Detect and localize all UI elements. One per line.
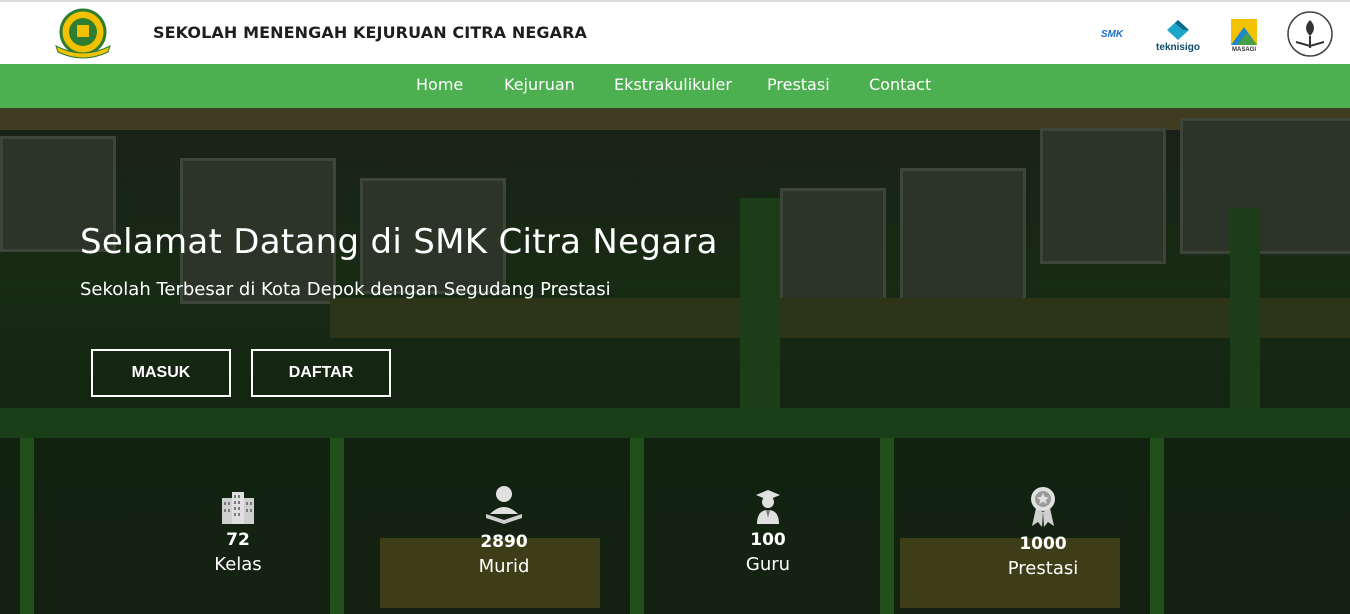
stat-kelas: 72 Kelas — [168, 490, 308, 575]
stat-guru-label: Guru — [745, 554, 791, 575]
stat-murid-label: Murid — [478, 556, 530, 577]
stat-murid-value: 2890 — [480, 532, 528, 552]
stat-prestasi-value: 1000 — [1019, 534, 1067, 554]
stat-kelas-label: Kelas — [214, 554, 262, 575]
nav-ekstrakulikuler[interactable]: Ekstrakulikuler — [614, 75, 732, 94]
stat-guru: 100 Guru — [698, 488, 838, 575]
masagi-mark-icon — [1231, 19, 1257, 45]
teknisigo-mark-icon — [1167, 19, 1189, 40]
stat-prestasi-label: Prestasi — [1007, 558, 1079, 579]
stat-kelas-value: 72 — [226, 530, 250, 550]
hero-subtitle: Sekolah Terbesar di Kota Depok dengan Se… — [80, 279, 611, 300]
adiwiyata-mark-icon — [1287, 11, 1333, 57]
site-header: SEKOLAH MENENGAH KEJURUAN CITRA NEGARA S… — [0, 0, 1350, 64]
masuk-button[interactable]: MASUK — [91, 349, 231, 397]
nav-home[interactable]: Home — [416, 75, 463, 94]
award-ribbon-icon — [1031, 487, 1055, 527]
daftar-button[interactable]: DAFTAR — [251, 349, 391, 397]
smk-logo[interactable]: SMK — [1087, 24, 1137, 44]
main-navbar: Home Kejuruan Ekstrakulikuler Prestasi C… — [0, 64, 1350, 108]
nav-contact[interactable]: Contact — [869, 75, 931, 94]
masagi-logo[interactable]: MASAGI — [1226, 12, 1262, 58]
school-name: SEKOLAH MENENGAH KEJURUAN CITRA NEGARA — [153, 23, 587, 42]
hero-section: Selamat Datang di SMK Citra Negara Sekol… — [0, 108, 1350, 614]
stat-murid: 2890 Murid — [434, 484, 574, 577]
hero-title: Selamat Datang di SMK Citra Negara — [80, 222, 718, 262]
school-logo[interactable] — [52, 8, 114, 60]
adiwiyata-logo[interactable] — [1284, 8, 1336, 60]
student-reading-icon — [486, 486, 522, 524]
stat-guru-value: 100 — [750, 530, 786, 550]
building-icon — [222, 492, 254, 524]
teknisigo-logo[interactable]: teknisigo — [1150, 12, 1206, 58]
graduate-icon — [756, 490, 780, 524]
stat-prestasi: 1000 Prestasi — [973, 486, 1113, 579]
nav-kejuruan[interactable]: Kejuruan — [504, 75, 575, 94]
nav-prestasi[interactable]: Prestasi — [767, 75, 830, 94]
